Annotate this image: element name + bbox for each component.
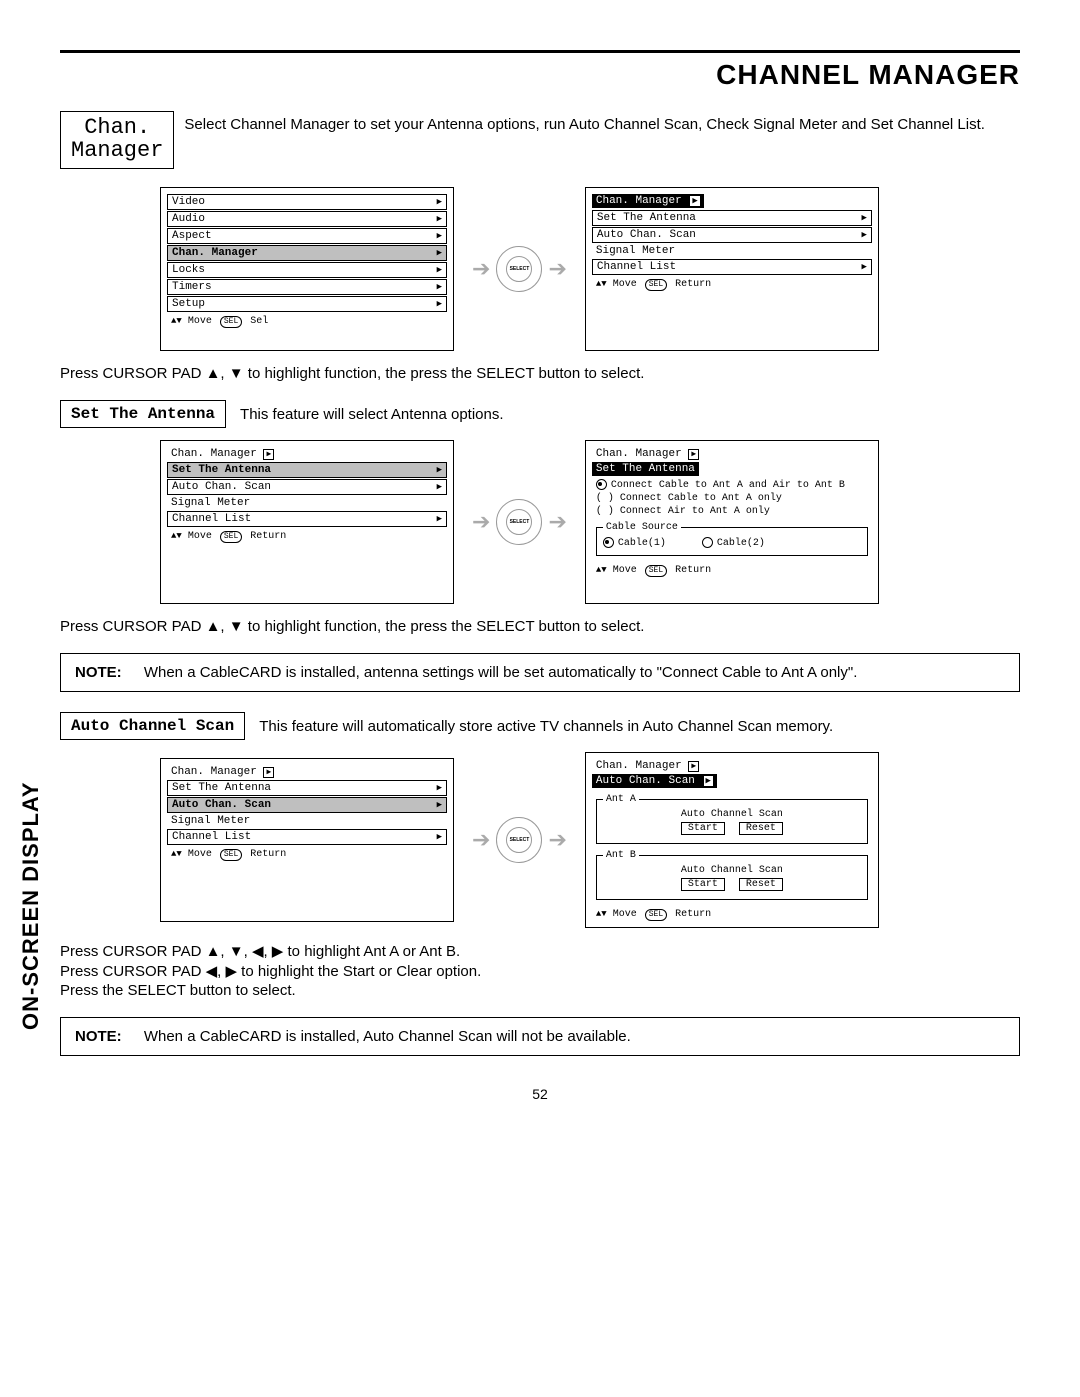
note-label: NOTE: [75, 664, 122, 681]
select-transition: ➔ SELECT ➔ [472, 499, 567, 545]
set-antenna-desc: This feature will select Antenna options… [240, 406, 503, 423]
select-pad-icon: SELECT [496, 499, 542, 545]
ant-b-fieldset: Ant B Auto Channel Scan Start Reset [596, 850, 868, 900]
osd-title-plain: Chan. Manager ▶ [167, 447, 447, 461]
auto-scan-tag: Auto Channel Scan [60, 712, 245, 740]
menu-item: Video▶ [167, 194, 447, 210]
instruction-text: Press CURSOR PAD ▲, ▼, ◀, ▶ to highlight… [60, 942, 1020, 960]
menu-item: Channel List▶ [592, 259, 872, 275]
chan-manager-intro: Select Channel Manager to set your Anten… [184, 111, 1020, 135]
cable-source-fieldset: Cable Source Cable(1) Cable(2) [596, 522, 868, 556]
arrow-right-icon: ➔ [548, 827, 566, 853]
note-text: When a CableCARD is installed, Auto Chan… [144, 1028, 631, 1045]
menu-item: Timers▶ [167, 279, 447, 295]
menu-item: Auto Chan. Scan▶ [592, 227, 872, 243]
osd-title: Chan. Manager ▶ [592, 194, 704, 208]
menu-item-selected: Chan. Manager▶ [167, 245, 447, 261]
osd-footer: ▲▼ Move SEL Return [167, 846, 447, 861]
menu-item: Audio▶ [167, 211, 447, 227]
start-button[interactable]: Start [681, 822, 725, 835]
radio-empty-icon [702, 537, 713, 548]
menu-item: Signal Meter [592, 244, 872, 258]
osd-subtitle: Set The Antenna [592, 462, 699, 476]
osd-footer: ▲▼ Move SEL Return [592, 562, 872, 577]
set-antenna-options-osd: Chan. Manager ▶ Set The Antenna Connect … [585, 440, 879, 604]
instruction-text: Press the SELECT button to select. [60, 982, 1020, 999]
osd-footer: ▲▼ Move SEL Return [592, 906, 872, 921]
select-transition: ➔ SELECT ➔ [472, 246, 567, 292]
menu-item: Set The Antenna▶ [167, 780, 447, 796]
menu-item: Channel List▶ [167, 511, 447, 527]
page-title: CHANNEL MANAGER [60, 59, 1020, 91]
radio-filled-icon [596, 479, 607, 490]
ant-a-fieldset: Ant A Auto Channel Scan Start Reset [596, 794, 868, 844]
instruction-text: Press CURSOR PAD ◀, ▶ to highlight the S… [60, 962, 1020, 980]
menu-item-selected: Auto Chan. Scan▶ [167, 797, 447, 813]
instruction-text: Press CURSOR PAD ▲, ▼ to highlight funct… [60, 365, 1020, 382]
osd-title-plain: Chan. Manager ▶ [592, 759, 872, 773]
chan-manager-submenu-osd: Chan. Manager ▶ Set The Antenna▶ Auto Ch… [160, 758, 454, 922]
menu-item: Aspect▶ [167, 228, 447, 244]
reset-button[interactable]: Reset [739, 822, 783, 835]
osd-footer: ▲▼ Move SEL Return [167, 528, 447, 543]
arrow-right-icon: ➔ [472, 509, 490, 535]
menu-item: Locks▶ [167, 262, 447, 278]
auto-scan-desc: This feature will automatically store ac… [259, 718, 833, 735]
select-pad-icon: SELECT [496, 246, 542, 292]
menu-item: Channel List▶ [167, 829, 447, 845]
arrow-right-icon: ➔ [548, 509, 566, 535]
menu-item: Signal Meter [167, 814, 447, 828]
chan-manager-submenu-osd: Chan. Manager ▶ Set The Antenna▶ Auto Ch… [160, 440, 454, 604]
chan-manager-submenu-osd: Chan. Manager ▶ Set The Antenna▶ Auto Ch… [585, 187, 879, 351]
page-number: 52 [60, 1086, 1020, 1102]
note-label: NOTE: [75, 1028, 122, 1045]
reset-button[interactable]: Reset [739, 878, 783, 891]
arrow-right-icon: ➔ [472, 827, 490, 853]
osd-title-plain: Chan. Manager ▶ [592, 447, 872, 461]
antenna-option: ( ) Connect Cable to Ant A only [592, 492, 872, 505]
set-antenna-tag: Set The Antenna [60, 400, 226, 428]
select-transition: ➔ SELECT ➔ [472, 817, 567, 863]
menu-item: Set The Antenna▶ [592, 210, 872, 226]
arrow-right-icon: ➔ [548, 256, 566, 282]
menu-item: Setup▶ [167, 296, 447, 312]
osd-subtitle: Auto Chan. Scan ▶ [592, 774, 717, 788]
side-label: ON-SCREEN DISPLAY [18, 782, 44, 1030]
note-box: NOTE: When a CableCARD is installed, Aut… [60, 1017, 1020, 1056]
note-text: When a CableCARD is installed, antenna s… [144, 664, 858, 681]
arrow-right-icon: ➔ [472, 256, 490, 282]
note-box: NOTE: When a CableCARD is installed, ant… [60, 653, 1020, 692]
instruction-text: Press CURSOR PAD ▲, ▼ to highlight funct… [60, 618, 1020, 635]
radio-filled-icon [603, 537, 614, 548]
antenna-option: Connect Cable to Ant A and Air to Ant B [592, 478, 872, 492]
chan-manager-tag: Chan. Manager [60, 111, 174, 169]
menu-item: Auto Chan. Scan▶ [167, 479, 447, 495]
osd-footer: ▲▼ Move SEL Return [592, 276, 872, 291]
start-button[interactable]: Start [681, 878, 725, 891]
menu-item: Signal Meter [167, 496, 447, 510]
menu-item-selected: Set The Antenna▶ [167, 462, 447, 478]
select-pad-icon: SELECT [496, 817, 542, 863]
antenna-option: ( ) Connect Air to Ant A only [592, 505, 872, 518]
main-menu-osd: Video▶ Audio▶ Aspect▶ Chan. Manager▶ Loc… [160, 187, 454, 351]
osd-title-plain: Chan. Manager ▶ [167, 765, 447, 779]
auto-scan-osd: Chan. Manager ▶ Auto Chan. Scan ▶ Ant A … [585, 752, 879, 928]
osd-footer: ▲▼ Move SEL Sel [167, 313, 447, 328]
